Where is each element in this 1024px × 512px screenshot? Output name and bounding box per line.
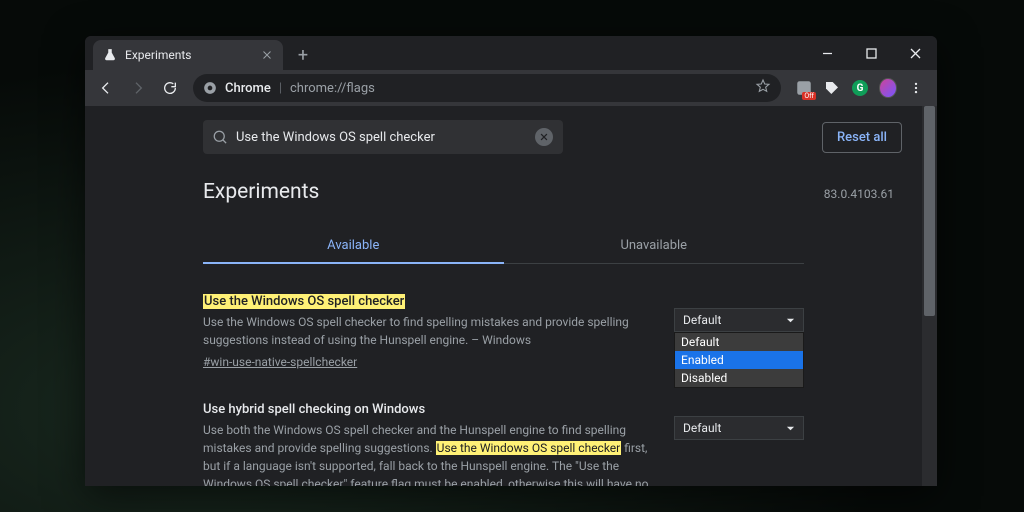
chrome-icon xyxy=(203,81,217,95)
chrome-version: 83.0.4103.61 xyxy=(824,187,894,201)
close-window-button[interactable] xyxy=(893,36,937,70)
chevron-down-icon xyxy=(786,424,795,433)
flask-icon xyxy=(103,48,117,62)
page-viewport: Reset all Experiments 83.0.4103.61 Avail… xyxy=(85,106,937,486)
url-separator: | xyxy=(279,81,282,96)
page-content: Reset all Experiments 83.0.4103.61 Avail… xyxy=(85,106,922,486)
browser-tab[interactable]: Experiments xyxy=(93,40,283,70)
flag-title: Use hybrid spell checking on Windows xyxy=(203,402,425,417)
titlebar: Experiments + xyxy=(85,36,937,70)
url-path: chrome://flags xyxy=(290,81,375,96)
reset-all-button[interactable]: Reset all xyxy=(822,122,902,153)
dropdown-option-disabled[interactable]: Disabled xyxy=(675,369,803,387)
page-title: Experiments xyxy=(203,180,319,204)
toolbar: Chrome | chrome://flags Off G xyxy=(85,70,937,106)
new-tab-button[interactable]: + xyxy=(289,41,317,69)
flag-anchor-link[interactable]: #win-use-native-spellchecker xyxy=(203,355,357,369)
maximize-button[interactable] xyxy=(849,36,893,70)
tab-available[interactable]: Available xyxy=(203,228,504,263)
extension-badge: Off xyxy=(802,92,816,100)
flags-search-box[interactable] xyxy=(203,120,563,154)
flag-description: Use the Windows OS spell checker to find… xyxy=(203,313,654,349)
vertical-scrollbar[interactable] xyxy=(922,106,937,486)
reload-button[interactable] xyxy=(155,73,185,103)
back-button[interactable] xyxy=(91,73,121,103)
dropdown-option-enabled[interactable]: Enabled xyxy=(675,351,803,369)
window-controls xyxy=(805,36,937,70)
flags-search-input[interactable] xyxy=(236,130,527,145)
dropdown-option-default[interactable]: Default xyxy=(675,333,803,351)
browser-menu-button[interactable] xyxy=(907,79,925,97)
extension-off-icon[interactable]: Off xyxy=(795,79,813,97)
flag-dropdown[interactable]: Default Default Enabled Disabled xyxy=(674,308,804,332)
tab-unavailable[interactable]: Unavailable xyxy=(504,228,805,263)
extension-tag-icon[interactable] xyxy=(823,79,841,97)
profile-avatar[interactable] xyxy=(879,79,897,97)
highlighted-text: Use the Windows OS spell checker xyxy=(436,441,622,455)
tab-title: Experiments xyxy=(125,48,192,62)
flag-selected-value: Default xyxy=(683,313,721,327)
flag-selected-value: Default xyxy=(683,421,721,435)
flag-title: Use the Windows OS spell checker xyxy=(203,294,405,309)
flag-row: Use hybrid spell checking on Windows Use… xyxy=(203,398,804,486)
minimize-button[interactable] xyxy=(805,36,849,70)
clear-search-button[interactable] xyxy=(535,128,553,146)
search-icon xyxy=(213,130,228,145)
forward-button[interactable] xyxy=(123,73,153,103)
browser-window: Experiments + Chrome | chrome://flags Of… xyxy=(85,36,937,486)
flags-tabs: Available Unavailable xyxy=(203,228,804,264)
flag-row: Use the Windows OS spell checker Use the… xyxy=(203,290,804,370)
url-prefix: Chrome xyxy=(225,81,271,96)
scrollbar-thumb[interactable] xyxy=(924,106,935,316)
extension-icons: Off G xyxy=(789,79,931,97)
chevron-down-icon xyxy=(786,316,795,325)
address-bar[interactable]: Chrome | chrome://flags xyxy=(193,74,781,102)
bookmark-button[interactable] xyxy=(755,78,771,98)
close-icon[interactable] xyxy=(261,49,273,61)
flag-dropdown[interactable]: Default xyxy=(674,416,804,440)
extension-g-icon[interactable]: G xyxy=(851,79,869,97)
flag-dropdown-menu: Default Enabled Disabled xyxy=(674,332,804,388)
flag-description: Use both the Windows OS spell checker an… xyxy=(203,421,654,486)
